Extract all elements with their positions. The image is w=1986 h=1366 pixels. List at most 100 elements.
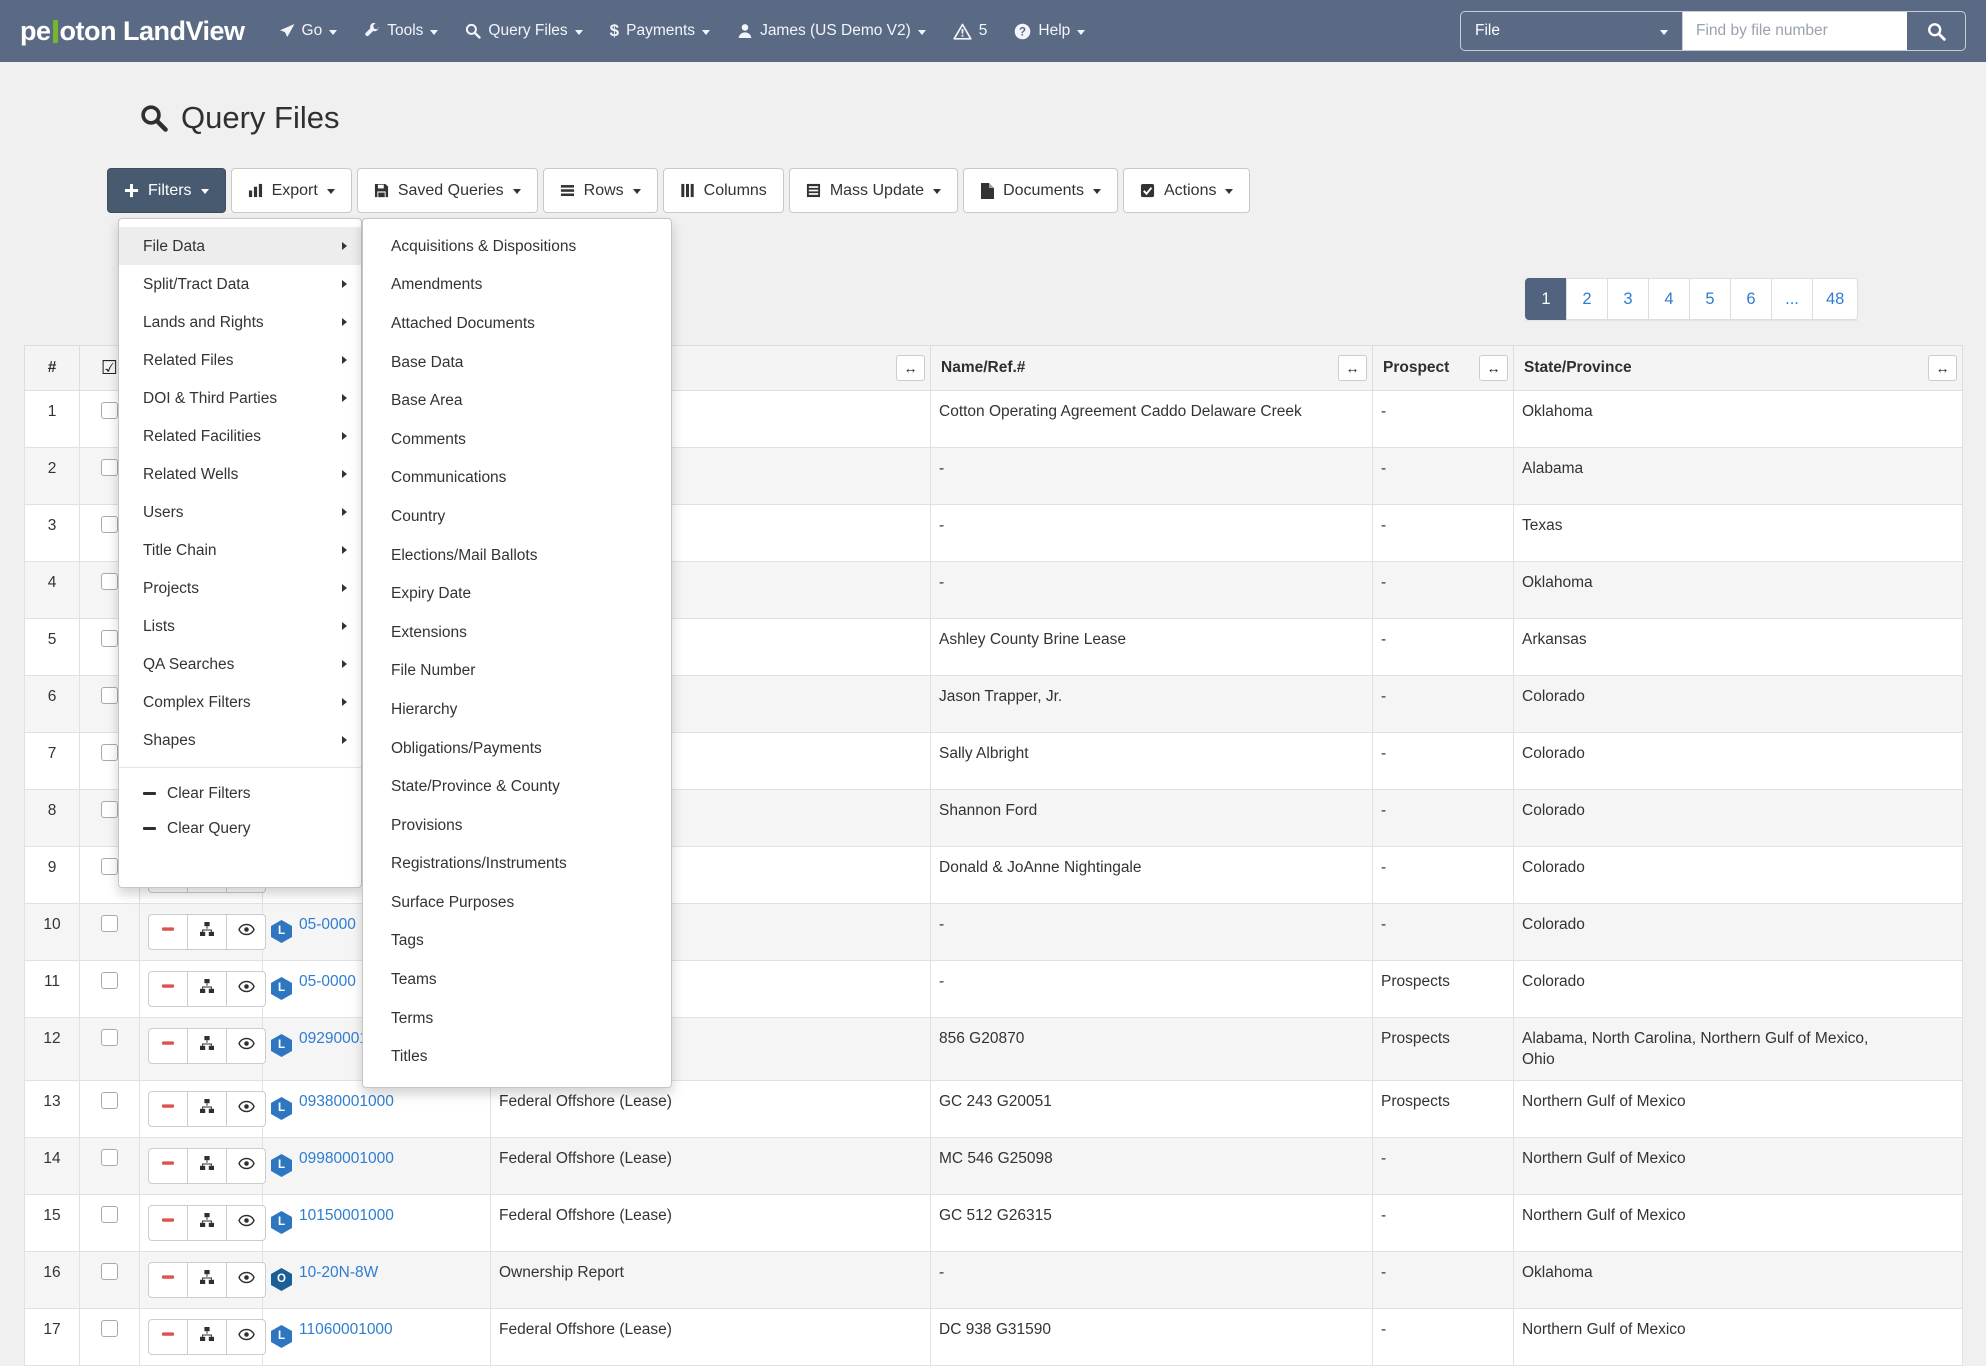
remove-row-button[interactable] — [148, 1091, 188, 1127]
nav-item-james-us-demo-v2-[interactable]: James (US Demo V2) — [737, 22, 926, 40]
row-checkbox[interactable] — [101, 915, 118, 932]
file-data-submenu-item-comments[interactable]: Comments — [363, 420, 671, 459]
row-checkbox[interactable] — [101, 972, 118, 989]
filters-button[interactable]: Filters — [107, 168, 226, 213]
actions-button[interactable]: Actions — [1123, 168, 1250, 213]
file-data-submenu-item-base-area[interactable]: Base Area — [363, 381, 671, 420]
header-prospect[interactable]: Prospect↔ — [1373, 346, 1514, 391]
nav-item-tools[interactable]: Tools — [364, 22, 438, 40]
file-data-submenu-item-file-number[interactable]: File Number — [363, 652, 671, 691]
view-button[interactable] — [226, 1091, 266, 1127]
file-data-submenu-item-state-province-county[interactable]: State/Province & County — [363, 767, 671, 806]
file-data-submenu-item-attached-documents[interactable]: Attached Documents — [363, 304, 671, 343]
search-submit-button[interactable] — [1907, 12, 1965, 50]
filters-menu-item-shapes[interactable]: Shapes — [119, 721, 361, 759]
nav-item-5[interactable]: 5 — [953, 22, 988, 40]
column-resize-icon[interactable]: ↔ — [896, 355, 925, 381]
nav-item-query-files[interactable]: Query Files — [465, 22, 582, 40]
row-checkbox[interactable] — [101, 1029, 118, 1046]
hierarchy-button[interactable] — [187, 914, 227, 950]
filters-menu-item-related-wells[interactable]: Related Wells — [119, 455, 361, 493]
filters-menu-item-related-files[interactable]: Related Files — [119, 341, 361, 379]
nav-item-go[interactable]: Go — [279, 22, 338, 40]
file-number-link[interactable]: 05-0000 — [299, 973, 356, 990]
clear-filters-menu-item[interactable]: Clear Filters — [119, 776, 361, 811]
filters-menu-item-qa-searches[interactable]: QA Searches — [119, 645, 361, 683]
file-data-submenu-item-titles[interactable]: Titles — [363, 1037, 671, 1076]
columns-button[interactable]: Columns — [663, 168, 784, 213]
file-number-link[interactable]: 10-20N-8W — [299, 1264, 378, 1281]
app-logo[interactable]: peoton LandView — [20, 16, 245, 47]
row-checkbox[interactable] — [101, 858, 118, 875]
filters-menu-item-lists[interactable]: Lists — [119, 607, 361, 645]
pagination-page-48[interactable]: 48 — [1812, 278, 1858, 320]
pagination-page-2[interactable]: 2 — [1566, 278, 1608, 320]
remove-row-button[interactable] — [148, 1262, 188, 1298]
filters-menu-item-complex-filters[interactable]: Complex Filters — [119, 683, 361, 721]
view-button[interactable] — [226, 1262, 266, 1298]
column-resize-icon[interactable]: ↔ — [1928, 355, 1957, 381]
view-button[interactable] — [226, 1148, 266, 1184]
remove-row-button[interactable] — [148, 971, 188, 1007]
row-checkbox[interactable] — [101, 801, 118, 818]
hierarchy-button[interactable] — [187, 1205, 227, 1241]
file-data-submenu-item-amendments[interactable]: Amendments — [363, 266, 671, 305]
nav-item-help[interactable]: ?Help — [1014, 22, 1085, 40]
saved-queries-button[interactable]: Saved Queries — [357, 168, 538, 213]
row-checkbox[interactable] — [101, 402, 118, 419]
filters-menu-item-split-tract-data[interactable]: Split/Tract Data — [119, 265, 361, 303]
row-checkbox[interactable] — [101, 459, 118, 476]
row-checkbox[interactable] — [101, 1149, 118, 1166]
file-data-submenu-item-country[interactable]: Country — [363, 497, 671, 536]
view-button[interactable] — [226, 1319, 266, 1355]
file-data-submenu-item-expiry-date[interactable]: Expiry Date — [363, 574, 671, 613]
file-data-submenu-item-acquisitions-dispositions[interactable]: Acquisitions & Dispositions — [363, 227, 671, 266]
view-button[interactable] — [226, 914, 266, 950]
remove-row-button[interactable] — [148, 1148, 188, 1184]
row-checkbox[interactable] — [101, 573, 118, 590]
file-number-link[interactable]: 05-0000 — [299, 916, 356, 933]
filters-menu-item-projects[interactable]: Projects — [119, 569, 361, 607]
hierarchy-button[interactable] — [187, 1262, 227, 1298]
rows-button[interactable]: Rows — [543, 168, 658, 213]
file-data-submenu-item-base-data[interactable]: Base Data — [363, 343, 671, 382]
filters-menu-item-file-data[interactable]: File Data — [119, 227, 361, 265]
pagination-page-6[interactable]: 6 — [1730, 278, 1772, 320]
file-number-link[interactable]: 09980001000 — [299, 1150, 394, 1167]
file-search-input[interactable] — [1683, 12, 1907, 50]
pagination-page-3[interactable]: 3 — [1607, 278, 1649, 320]
header-state-province[interactable]: State/Province↔ — [1514, 346, 1963, 391]
file-data-submenu-item-terms[interactable]: Terms — [363, 999, 671, 1038]
export-button[interactable]: Export — [231, 168, 352, 213]
row-checkbox[interactable] — [101, 687, 118, 704]
row-checkbox[interactable] — [101, 1320, 118, 1337]
pagination-page-1[interactable]: 1 — [1525, 278, 1567, 320]
row-checkbox[interactable] — [101, 1263, 118, 1280]
file-number-link[interactable]: 11060001000 — [299, 1321, 393, 1338]
file-data-submenu-item-surface-purposes[interactable]: Surface Purposes — [363, 883, 671, 922]
row-checkbox[interactable] — [101, 630, 118, 647]
documents-button[interactable]: Documents — [963, 168, 1118, 213]
filters-menu-item-related-facilities[interactable]: Related Facilities — [119, 417, 361, 455]
view-button[interactable] — [226, 971, 266, 1007]
mass-update-button[interactable]: Mass Update — [789, 168, 958, 213]
filters-menu-item-doi-third-parties[interactable]: DOI & Third Parties — [119, 379, 361, 417]
filters-menu-item-lands-and-rights[interactable]: Lands and Rights — [119, 303, 361, 341]
file-data-submenu-item-tags[interactable]: Tags — [363, 922, 671, 961]
file-data-submenu-item-hierarchy[interactable]: Hierarchy — [363, 690, 671, 729]
header-name-ref[interactable]: Name/Ref.#↔ — [931, 346, 1373, 391]
hierarchy-button[interactable] — [187, 1028, 227, 1064]
file-data-submenu-item-elections-mail-ballots[interactable]: Elections/Mail Ballots — [363, 536, 671, 575]
hierarchy-button[interactable] — [187, 1091, 227, 1127]
file-data-submenu-item-registrations-instruments[interactable]: Registrations/Instruments — [363, 845, 671, 884]
file-number-link[interactable]: 09380001000 — [299, 1093, 394, 1110]
search-scope-select[interactable]: File — [1461, 12, 1683, 50]
view-button[interactable] — [226, 1205, 266, 1241]
view-button[interactable] — [226, 1028, 266, 1064]
file-data-submenu-item-teams[interactable]: Teams — [363, 960, 671, 999]
file-data-submenu-item-obligations-payments[interactable]: Obligations/Payments — [363, 729, 671, 768]
nav-item-payments[interactable]: $Payments — [610, 21, 710, 41]
column-resize-icon[interactable]: ↔ — [1479, 355, 1508, 381]
filters-menu-item-title-chain[interactable]: Title Chain — [119, 531, 361, 569]
filters-menu-item-users[interactable]: Users — [119, 493, 361, 531]
